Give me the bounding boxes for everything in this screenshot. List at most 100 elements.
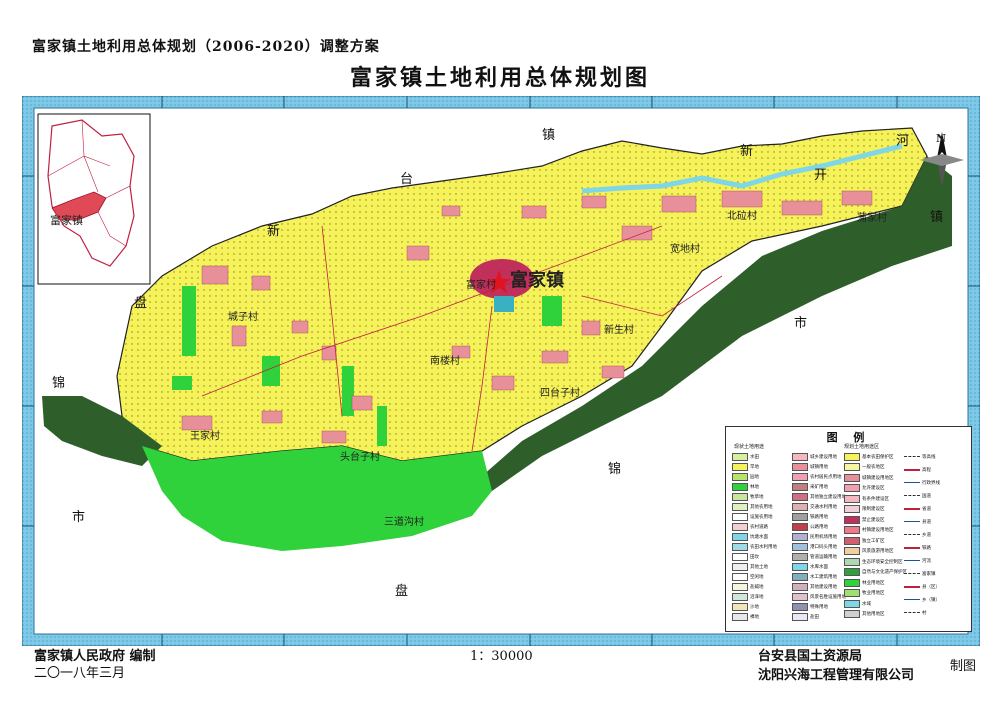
legend-label: 水工建筑用地 [810, 574, 837, 580]
inset-label: 富家镇 [50, 214, 83, 227]
legend-label: 园地 [750, 474, 759, 480]
legend-swatch [792, 582, 808, 591]
legend-line-sample [904, 573, 920, 574]
legend-label: 省道 [922, 506, 931, 512]
legend-label: 一般农地区 [862, 465, 885, 470]
footer-org-2: 沈阳兴海工程管理有限公司 [758, 668, 915, 683]
legend-symbol-item: 县（区） [904, 583, 940, 590]
legend-label: 民用机场用地 [810, 534, 837, 540]
legend-label: 乡（镇） [922, 597, 940, 603]
legend-label: 允许建设区 [862, 486, 885, 491]
legend-swatch [732, 612, 748, 621]
legend-swatch [732, 572, 748, 581]
legend-item: 牧业用地区 [844, 589, 885, 597]
legend-label: 农田水利用地 [750, 544, 777, 550]
legend-symbol-item: 国道 [904, 492, 931, 499]
legend-swatch [844, 494, 860, 503]
legend-label: 设施农用地 [750, 514, 773, 520]
legend-item: 村镇建设用地区 [844, 526, 894, 534]
legend-label: 县道 [922, 519, 931, 525]
legend-swatch [844, 547, 860, 555]
legend-swatch [844, 452, 860, 461]
legend-item: 裸地 [732, 612, 759, 621]
legend-item: 其他土地 [732, 562, 768, 571]
legend-symbol-item: 河流 [904, 557, 931, 564]
legend-swatch [732, 552, 748, 561]
legend-swatch [732, 532, 748, 541]
map-scale: 1：30000 [470, 649, 533, 664]
legend-item: 禁止建设区 [844, 515, 885, 524]
north-arrow-label: N [936, 132, 947, 145]
legend-swatch [732, 462, 748, 471]
legend-label: 生态环境安全控制区 [862, 559, 903, 565]
neighbor-label: 镇 [542, 128, 556, 143]
legend-item: 特殊用地 [792, 602, 828, 611]
legend-label: 铁路用地 [810, 514, 828, 520]
legend-label: 旱地 [750, 464, 759, 470]
village-label: 三道沟村 [384, 517, 424, 528]
legend-label: 管道运输用地 [810, 554, 837, 560]
town-label: 富家镇 [510, 270, 564, 291]
legend-item: 水工建筑用地 [792, 572, 837, 581]
legend-label: 坑塘水面 [750, 534, 768, 540]
legend-swatch [792, 462, 808, 471]
legend-label: 田坎 [750, 554, 759, 560]
neighbor-label: 市 [794, 316, 808, 331]
legend-label: 盐碱地 [750, 584, 764, 590]
legend-swatch [732, 512, 748, 521]
legend-label: 有条件建设区 [862, 496, 889, 502]
legend-swatch [792, 532, 808, 541]
legend-label: 其他独立建设用地 [810, 494, 846, 500]
legend-swatch [844, 515, 860, 524]
neighbor-label: 新 [740, 144, 754, 159]
legend-label: 港口码头用地 [810, 544, 837, 550]
legend-label: 独立工矿区 [862, 538, 885, 544]
legend-label: 村镇建设用地区 [862, 528, 894, 533]
legend-symbol-item: 等高线 [904, 453, 936, 460]
legend-swatch [844, 505, 860, 513]
legend-item: 沙地 [732, 602, 759, 611]
neighbor-label: 锦 [608, 462, 622, 477]
legend-item: 盐田 [792, 612, 819, 621]
legend-label: 林地 [750, 484, 759, 490]
legend-label: 其他土地 [750, 564, 768, 570]
legend-symbol-item: 乡（镇） [904, 596, 940, 603]
legend-left-header: 现状土地用途 [734, 444, 765, 450]
legend-swatch [844, 599, 860, 608]
center-village-label: 富家村 [466, 280, 496, 291]
legend-item: 水域 [844, 599, 871, 608]
legend-item: 生态环境安全控制区 [844, 557, 903, 566]
legend-item: 林业用地区 [844, 578, 885, 587]
legend-label: 风景名胜设施用地 [810, 594, 846, 600]
legend-label: 基本农田保护区 [862, 454, 894, 460]
legend-item: 林地 [732, 482, 759, 491]
legend-swatch [792, 482, 808, 491]
legend-symbol-item: 铁路 [904, 544, 931, 551]
legend-swatch [732, 502, 748, 511]
legend-item: 公路用地 [792, 522, 828, 531]
legend-symbol-item: 行政界线 [904, 479, 940, 486]
legend-line-sample [904, 585, 920, 588]
legend-swatch [844, 589, 860, 597]
legend-swatch [792, 472, 808, 481]
legend-label: 公路用地 [810, 524, 828, 530]
legend-item: 民用机场用地 [792, 532, 837, 541]
footer-date: 二〇一八年三月 [34, 666, 126, 681]
legend-label: 城镇建设用地区 [862, 475, 894, 481]
legend-item: 城乡建设用地 [792, 452, 837, 461]
village-label: 蒲家村 [857, 213, 887, 224]
neighbor-label: 锦 [52, 376, 66, 391]
legend-line-sample [904, 482, 920, 483]
legend-label: 自然与文化遗产保护区 [862, 570, 907, 575]
legend-swatch [844, 578, 860, 587]
legend-label: 特殊用地 [810, 604, 828, 610]
legend-swatch [844, 526, 860, 534]
legend-item: 设施农用地 [732, 512, 773, 521]
legend-label: 城乡建设用地 [810, 454, 837, 460]
legend-item: 其他用地区 [844, 610, 885, 618]
legend-item: 港口码头用地 [792, 542, 837, 551]
legend-label: 乡道 [922, 532, 931, 538]
legend-item: 农田水利用地 [732, 542, 777, 551]
legend-swatch [792, 492, 808, 501]
legend-item: 其他独立建设用地 [792, 492, 846, 501]
